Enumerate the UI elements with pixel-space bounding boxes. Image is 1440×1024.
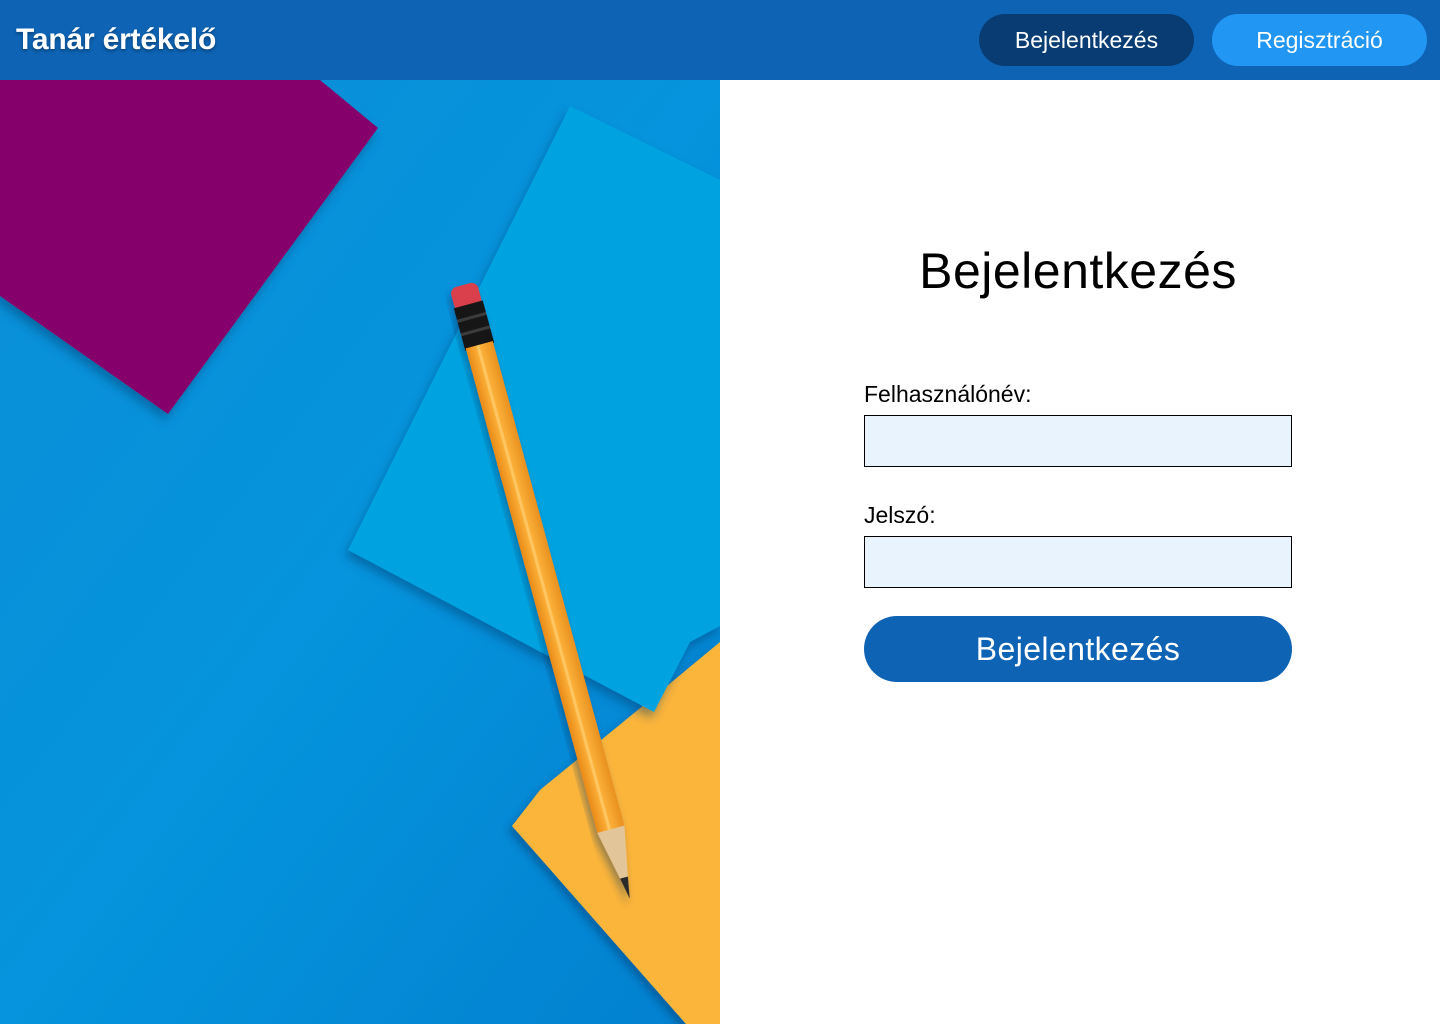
login-panel: Bejelentkezés Felhasználónév: Jelszó: Be… [720,80,1440,1024]
login-title: Bejelentkezés [919,243,1237,299]
hero-illustration [0,80,720,1024]
password-label: Jelszó: [864,502,936,528]
nav-login-button[interactable]: Bejelentkezés [979,14,1194,66]
username-input[interactable] [864,415,1292,467]
navbar: Tanár értékelő Bejelentkezés Regisztráci… [0,0,1440,80]
username-label: Felhasználónév: [864,381,1032,407]
nav-register-button[interactable]: Regisztráció [1212,14,1427,66]
password-input[interactable] [864,536,1292,588]
field-spacer [864,467,1292,499]
nav-buttons: Bejelentkezés Regisztráció [979,14,1427,66]
login-submit-button[interactable]: Bejelentkezés [864,616,1292,682]
brand-logo-text[interactable]: Tanár értékelő [16,23,216,57]
hero-image [0,80,720,1024]
login-form: Felhasználónév: Jelszó: Bejelentkezés [864,378,1292,682]
